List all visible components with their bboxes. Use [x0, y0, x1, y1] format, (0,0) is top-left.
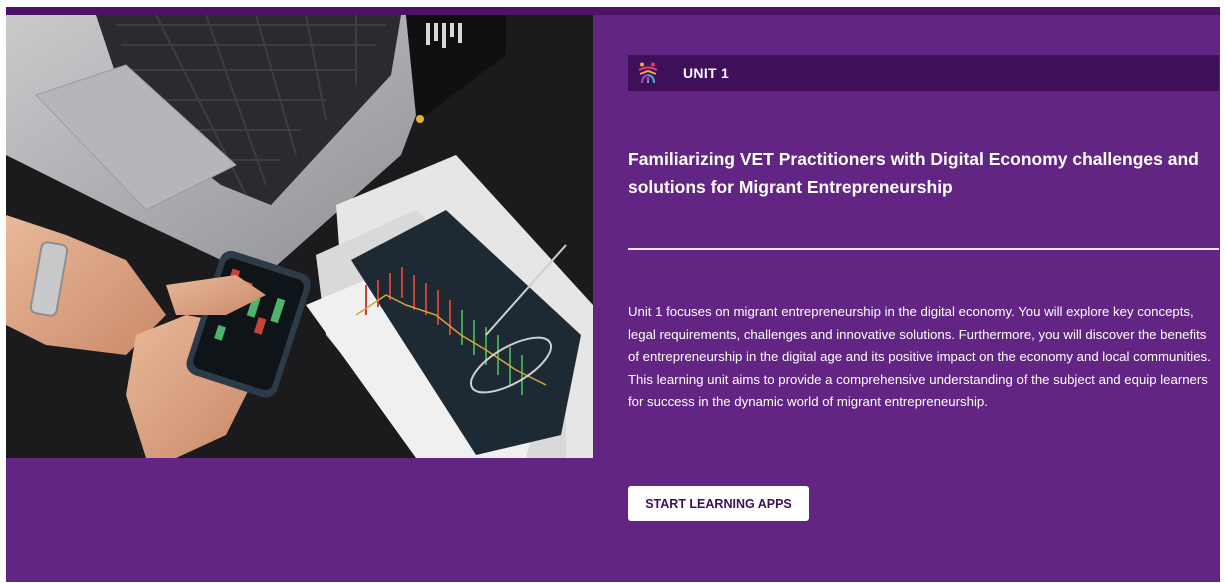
- hero-photo: [6, 15, 593, 458]
- unit-title: Familiarizing VET Practitioners with Dig…: [628, 149, 1199, 197]
- section-divider: [628, 248, 1219, 250]
- unit-header-bar: UNIT 1: [628, 55, 1219, 91]
- laptop-trading-photo: [6, 15, 593, 458]
- unit-number-label: UNIT 1: [683, 65, 730, 81]
- top-band: [6, 7, 1220, 15]
- people-network-logo-icon: [638, 62, 658, 84]
- unit-card: UNIT 1 Familiarizing VET Practitioners w…: [6, 7, 1220, 582]
- start-learning-apps-button[interactable]: START LEARNING APPS: [628, 486, 809, 521]
- unit-description: Unit 1 focuses on migrant entrepreneursh…: [628, 304, 1211, 409]
